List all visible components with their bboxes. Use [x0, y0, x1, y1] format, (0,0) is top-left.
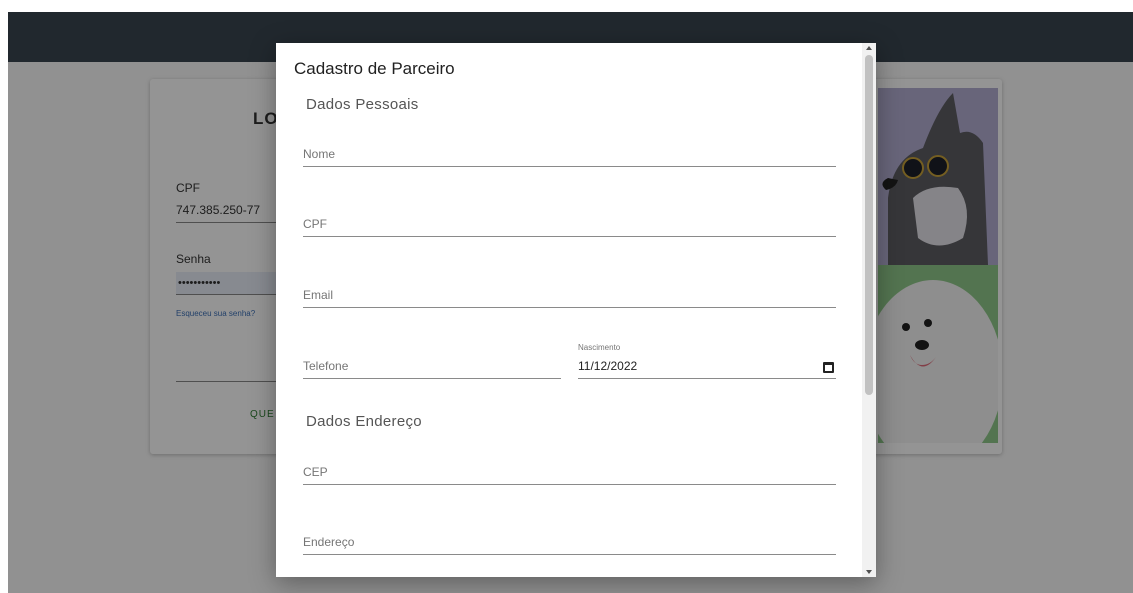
- calendar-icon[interactable]: [823, 362, 834, 373]
- name-underline: [303, 166, 836, 167]
- cep-placeholder: CEP: [303, 465, 328, 479]
- cep-field[interactable]: CEP: [303, 459, 836, 485]
- phone-underline: [303, 378, 561, 379]
- cpf-placeholder: CPF: [303, 217, 327, 231]
- address-underline: [303, 554, 836, 555]
- birthdate-field[interactable]: Nascimento 11/12/2022: [578, 343, 836, 379]
- dialog-title: Cadastro de Parceiro: [294, 59, 455, 78]
- email-underline: [303, 307, 836, 308]
- cep-underline: [303, 484, 836, 485]
- address-field[interactable]: Endereço: [303, 529, 836, 555]
- cpf-field[interactable]: CPF: [303, 211, 836, 237]
- chevron-down-icon[interactable]: [866, 570, 872, 574]
- address-data-heading: Dados Endereço: [306, 413, 422, 430]
- cpf-field-underline: [303, 236, 836, 237]
- scrollbar-thumb[interactable]: [865, 55, 873, 395]
- email-placeholder: Email: [303, 288, 334, 302]
- email-field[interactable]: Email: [303, 282, 836, 308]
- birthdate-underline: [578, 378, 836, 379]
- name-field[interactable]: Nome: [303, 141, 836, 167]
- phone-field[interactable]: Telefone: [303, 353, 561, 379]
- birthdate-label: Nascimento: [578, 343, 621, 352]
- dialog-scrollbar[interactable]: [862, 43, 876, 577]
- name-placeholder: Nome: [303, 147, 336, 161]
- address-placeholder: Endereço: [303, 535, 355, 549]
- chevron-up-icon[interactable]: [866, 46, 872, 50]
- birthdate-value: 11/12/2022: [578, 359, 638, 373]
- partner-registration-dialog: Cadastro de Parceiro Dados Pessoais Nome…: [276, 43, 876, 577]
- app-viewport: LO CPF 747.385.250-77 Senha ••••••••••• …: [8, 12, 1133, 593]
- personal-data-heading: Dados Pessoais: [306, 96, 419, 113]
- phone-placeholder: Telefone: [303, 359, 349, 373]
